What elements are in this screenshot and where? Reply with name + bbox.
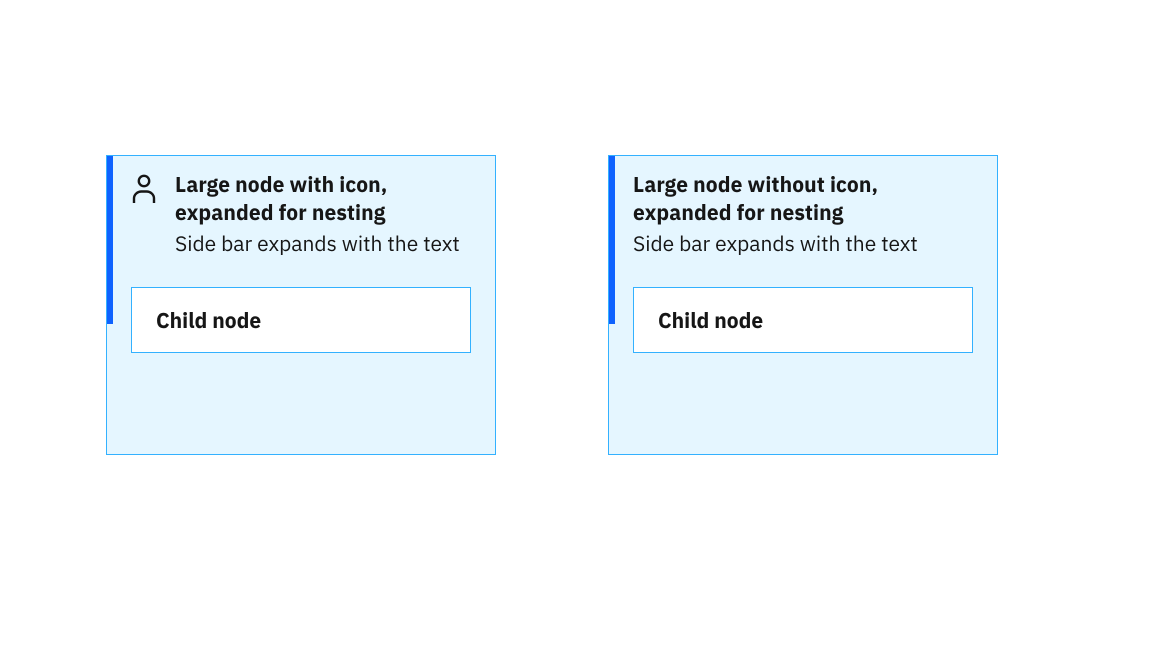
node-card-without-icon: Large node without icon, expanded for ne… xyxy=(608,155,998,455)
node-title: Large node without icon, expanded for ne… xyxy=(633,170,973,227)
node-card-with-icon: Large node with icon, expanded for nesti… xyxy=(106,155,496,455)
node-text: Large node without icon, expanded for ne… xyxy=(633,170,973,257)
node-subtitle: Side bar expands with the text xyxy=(633,229,973,257)
node-sidebar xyxy=(107,156,113,324)
child-node-label: Child node xyxy=(156,306,446,334)
node-sidebar xyxy=(609,156,615,324)
child-node: Child node xyxy=(633,287,973,353)
node-text: Large node with icon, expanded for nesti… xyxy=(175,170,471,257)
node-header: Large node without icon, expanded for ne… xyxy=(609,156,997,275)
user-icon xyxy=(131,174,175,204)
node-header: Large node with icon, expanded for nesti… xyxy=(107,156,495,275)
child-node-label: Child node xyxy=(658,306,948,334)
icon-slot xyxy=(131,170,175,204)
node-title: Large node with icon, expanded for nesti… xyxy=(175,170,471,227)
child-node: Child node xyxy=(131,287,471,353)
node-subtitle: Side bar expands with the text xyxy=(175,229,471,257)
diagram-canvas: Large node with icon, expanded for nesti… xyxy=(0,0,1152,648)
